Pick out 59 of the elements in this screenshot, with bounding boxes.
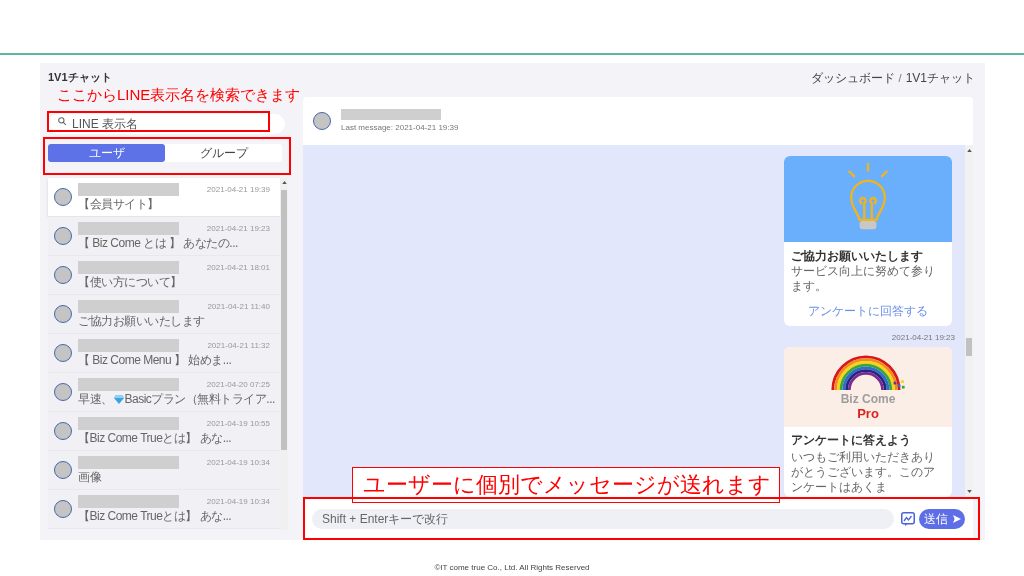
card-title: ご協力お願いいたします — [791, 249, 924, 264]
message-input[interactable]: Shift + Enterキーで改行 — [312, 508, 894, 529]
breadcrumb-separator: / — [898, 70, 902, 85]
avatar — [54, 344, 72, 362]
search-icon — [58, 117, 66, 125]
conversation-time: 2021-04-21 11:40 — [207, 302, 270, 312]
scroll-down-icon — [966, 490, 972, 493]
chart-bubble-icon[interactable] — [901, 511, 915, 526]
conversation-time: 2021-04-19 10:34 — [206, 458, 270, 468]
send-button[interactable]: 送信 — [919, 508, 965, 529]
logo-text: Biz Come — [840, 391, 896, 406]
avatar — [54, 461, 72, 479]
send-icon — [952, 514, 961, 523]
avatar — [54, 305, 72, 323]
avatar — [54, 188, 72, 206]
copyright-footer: ©IT come true Co., Ltd. All Rights Reserved — [434, 563, 590, 573]
conversation-time: 2021-04-21 19:39 — [206, 185, 270, 195]
logo-subtext: Pro — [857, 405, 879, 421]
message-preview: 【使い方について】 — [78, 275, 182, 289]
message-preview: 画像 — [78, 470, 101, 484]
avatar — [54, 227, 72, 245]
card-text: いつもご利用いただきありがとうございます。このアンケートはあくま — [791, 450, 936, 495]
conversation-item[interactable]: 2021-04-21 19:39 【会員サイト】 — [48, 178, 280, 217]
message-preview: 【Biz Come Trueとは】 あな... — [78, 431, 232, 445]
conversation-time: 2021-04-21 19:23 — [206, 224, 270, 234]
page-title: 1V1チャット — [48, 70, 112, 84]
tab[interactable]: グループ — [165, 144, 282, 162]
message-preview: 【Biz Come Trueとは】 あな... — [78, 509, 232, 523]
message-preview: 【 Biz Come とは 】 あなたの... — [78, 236, 238, 250]
message-preview: 【会員サイト】 — [78, 197, 159, 211]
message-preview: 【 Biz Come Menu 】 始めま... — [78, 353, 232, 367]
avatar — [54, 383, 72, 401]
card-title: アンケートに答えよう — [791, 433, 912, 448]
scroll-up-icon — [281, 181, 287, 184]
message-preview: ご協力お願いいたします — [78, 314, 205, 328]
scrollbar-thumb[interactable] — [281, 190, 287, 450]
tab[interactable]: ユーザ — [48, 144, 165, 162]
last-message-time: Last message: 2021-04-21 19:39 — [341, 123, 459, 133]
breadcrumb-link[interactable]: ダッシュボード — [810, 70, 895, 85]
message-preview: Basicプラン（無料トライア... — [124, 392, 275, 406]
gem-icon — [113, 394, 124, 404]
survey-link[interactable]: アンケートに回答する — [808, 304, 928, 319]
breadcrumb-current: 1V1チャット — [905, 70, 975, 85]
annotation-callout: ユーザーに個別でメッセージが送れます — [352, 467, 780, 503]
conversation-time: 2021-04-19 10:55 — [206, 419, 270, 429]
avatar — [313, 112, 331, 130]
scrollbar-thumb[interactable] — [966, 338, 972, 356]
avatar — [54, 422, 72, 440]
conversation-time: 2021-04-19 10:34 — [206, 497, 270, 507]
message-time: 2021-04-21 19:23 — [891, 333, 955, 343]
message-preview: 早速、 — [78, 392, 113, 406]
conversation-time: 2021-04-21 18:01 — [206, 263, 270, 273]
conversation-time: 2021-04-21 11:32 — [207, 341, 270, 351]
card-text: サービス向上に努めて参ります。 — [791, 264, 936, 294]
avatar — [54, 266, 72, 284]
avatar — [54, 500, 72, 518]
scroll-up-icon — [966, 149, 972, 152]
annotation-note: ここからLINE表示名を検索できます — [57, 85, 301, 105]
conversation-time: 2021-04-20 07:25 — [206, 380, 270, 390]
